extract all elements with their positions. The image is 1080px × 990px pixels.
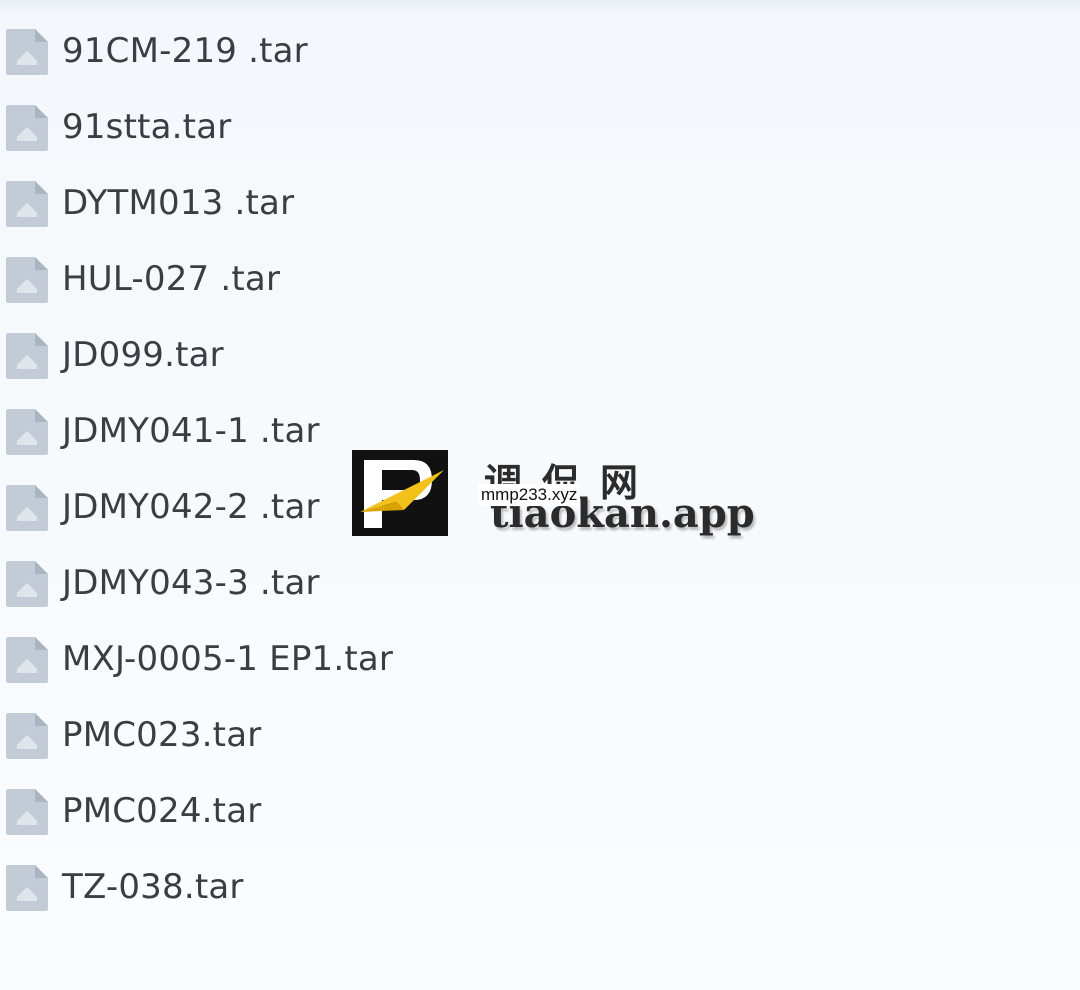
file-name: MXJ-0005-1 EP1.tar [62, 639, 394, 679]
file-name: DYTM013 .tar [62, 183, 295, 223]
file-name: PMC024.tar [62, 791, 262, 831]
archive-file-icon [6, 561, 48, 607]
file-row[interactable]: MXJ-0005-1 EP1.tar [0, 622, 1080, 698]
file-row[interactable]: HUL-027 .tar [0, 242, 1080, 318]
archive-file-icon [6, 105, 48, 151]
file-row[interactable]: PMC023.tar [0, 698, 1080, 774]
archive-file-icon [6, 637, 48, 683]
file-name: JDMY043-3 .tar [62, 563, 320, 603]
file-row[interactable]: JD099.tar [0, 318, 1080, 394]
file-row[interactable]: 91stta.tar [0, 90, 1080, 166]
file-name: TZ-038.tar [62, 867, 244, 907]
file-row[interactable]: PMC024.tar [0, 774, 1080, 850]
archive-file-icon [6, 409, 48, 455]
archive-file-icon [6, 713, 48, 759]
archive-file-icon [6, 257, 48, 303]
file-row[interactable]: DYTM013 .tar [0, 166, 1080, 242]
file-row[interactable]: 91CM-219 .tar [0, 14, 1080, 90]
archive-file-icon [6, 865, 48, 911]
file-name: JDMY041-1 .tar [62, 411, 320, 451]
file-name: 91stta.tar [62, 107, 232, 147]
archive-file-icon [6, 789, 48, 835]
file-name: 91CM-219 .tar [62, 31, 308, 71]
file-name: HUL-027 .tar [62, 259, 281, 299]
archive-file-icon [6, 181, 48, 227]
watermark-logo-icon [352, 450, 448, 536]
file-name: PMC023.tar [62, 715, 262, 755]
watermark-url-tag: mmp233.xyz [478, 484, 581, 506]
file-name: JD099.tar [62, 335, 224, 375]
file-name: JDMY042-2 .tar [62, 487, 320, 527]
archive-file-icon [6, 485, 48, 531]
archive-file-icon [6, 333, 48, 379]
file-row[interactable]: TZ-038.tar [0, 850, 1080, 926]
file-row[interactable]: JDMY043-3 .tar [0, 546, 1080, 622]
window-top-strip [0, 0, 1080, 12]
archive-file-icon [6, 29, 48, 75]
